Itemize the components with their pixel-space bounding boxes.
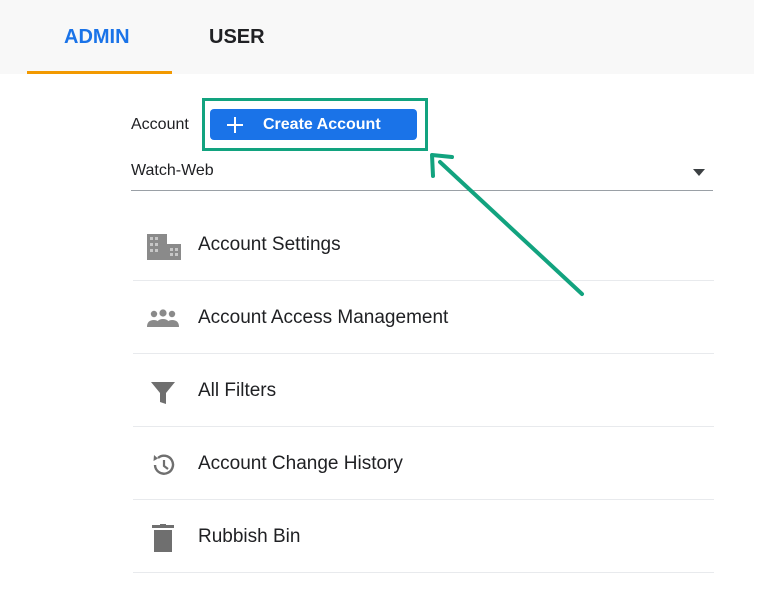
trash-icon xyxy=(152,524,174,552)
active-tab-indicator xyxy=(27,71,172,74)
account-select-value: Watch-Web xyxy=(131,162,214,179)
menu-item-label: Account Access Management xyxy=(198,307,449,328)
building-icon xyxy=(147,234,181,260)
menu-item-label: Rubbish Bin xyxy=(198,526,301,547)
menu-item-account-change-history[interactable]: Account Change History xyxy=(133,427,714,500)
tab-bar: ADMIN USER xyxy=(0,0,754,74)
tab-user[interactable]: USER xyxy=(209,26,265,49)
menu-item-label: All Filters xyxy=(198,380,277,401)
account-label: Account xyxy=(131,116,189,133)
dropdown-caret-icon xyxy=(693,169,705,176)
tab-admin[interactable]: ADMIN xyxy=(64,26,130,49)
menu-item-account-settings[interactable]: Account Settings xyxy=(133,208,714,281)
admin-menu: Account Settings Account Access Manageme… xyxy=(133,208,714,573)
highlight-box xyxy=(202,98,428,151)
account-select[interactable]: Watch-Web xyxy=(131,158,713,191)
menu-item-label: Account Change History xyxy=(198,453,403,474)
people-icon xyxy=(147,309,179,327)
menu-item-label: Account Settings xyxy=(198,234,341,255)
filter-icon xyxy=(151,382,175,404)
menu-item-all-filters[interactable]: All Filters xyxy=(133,354,714,427)
menu-item-account-access-management[interactable]: Account Access Management xyxy=(133,281,714,354)
history-icon xyxy=(153,454,175,475)
menu-item-rubbish-bin[interactable]: Rubbish Bin xyxy=(133,500,714,573)
